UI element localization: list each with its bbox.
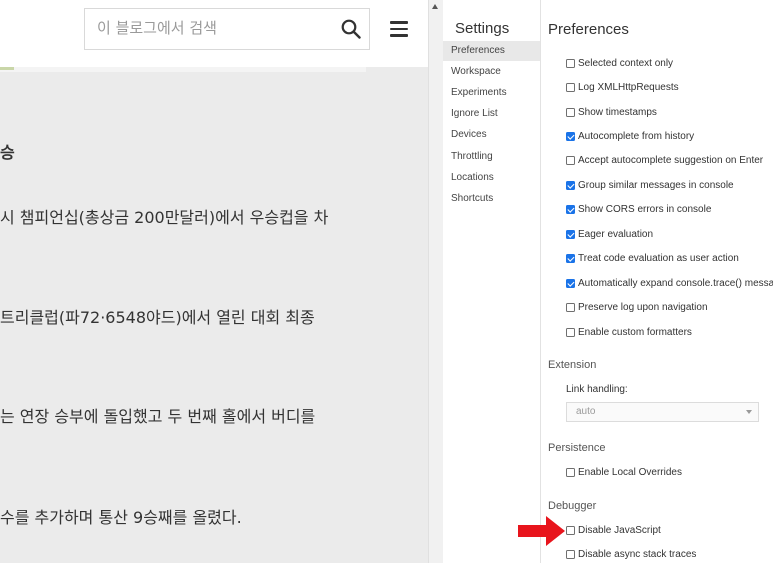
setting-option-selected-context-only[interactable]: Selected context only xyxy=(566,55,673,71)
setting-option-show-cors-errors-in-console[interactable]: Show CORS errors in console xyxy=(566,201,711,217)
setting-option-eager-evaluation[interactable]: Eager evaluation xyxy=(566,226,653,242)
chevron-down-icon xyxy=(746,410,752,414)
setting-option-label: Enable Local Overrides xyxy=(578,466,682,478)
setting-option-label: Log XMLHttpRequests xyxy=(578,81,679,93)
article-paragraph: 트리클럽(파72·6548야드)에서 열린 대회 최종 xyxy=(0,308,315,327)
setting-checkbox[interactable] xyxy=(566,302,575,312)
setting-option-enable-local-overrides[interactable]: Enable Local Overrides xyxy=(566,464,682,480)
blog-pane: 승 시 챔피언십(총상금 200만달러)에서 우승컵을 차 트리클럽(파72·6… xyxy=(0,0,428,563)
preferences-title: Preferences xyxy=(548,21,629,38)
setting-checkbox[interactable] xyxy=(566,278,575,288)
setting-option-label: Disable async stack traces xyxy=(578,548,697,560)
menu-icon[interactable] xyxy=(390,21,408,37)
setting-checkbox[interactable] xyxy=(566,58,575,68)
setting-option-autocomplete-from-history[interactable]: Autocomplete from history xyxy=(566,128,694,144)
setting-checkbox[interactable] xyxy=(566,107,575,117)
blog-header xyxy=(0,0,428,67)
setting-option-label: Automatically expand console.trace() mes… xyxy=(578,277,773,289)
setting-option-automatically-expand-console-trace-messa[interactable]: Automatically expand console.trace() mes… xyxy=(566,275,773,291)
persistence-section-title: Persistence xyxy=(548,442,606,454)
setting-checkbox[interactable] xyxy=(566,467,575,477)
page-scrollbar[interactable] xyxy=(428,0,443,563)
settings-nav-ignore-list[interactable]: Ignore List xyxy=(443,104,540,124)
search-input[interactable] xyxy=(97,19,327,37)
setting-checkbox[interactable] xyxy=(566,253,575,263)
setting-option-label: Autocomplete from history xyxy=(578,130,695,142)
settings-nav-shortcuts[interactable]: Shortcuts xyxy=(443,189,540,209)
setting-option-accept-autocomplete-suggestion-on-enter[interactable]: Accept autocomplete suggestion on Enter xyxy=(566,152,763,168)
search-icon[interactable] xyxy=(341,19,361,39)
setting-option-label: Preserve log upon navigation xyxy=(578,301,708,313)
setting-option-preserve-log-upon-navigation[interactable]: Preserve log upon navigation xyxy=(566,299,708,315)
header-divider xyxy=(0,67,366,72)
setting-option-enable-custom-formatters[interactable]: Enable custom formatters xyxy=(566,324,692,340)
setting-option-label: Selected context only xyxy=(578,57,674,69)
setting-option-label: Disable JavaScript xyxy=(578,524,661,536)
setting-option-disable-async-stack-traces[interactable]: Disable async stack traces xyxy=(566,546,696,562)
debugger-section-title: Debugger xyxy=(548,500,597,512)
article-heading: 승 xyxy=(0,143,15,162)
search-box[interactable] xyxy=(84,8,370,50)
setting-option-label: Show CORS errors in console xyxy=(578,203,712,215)
scroll-up-arrow-icon[interactable] xyxy=(432,4,438,9)
setting-option-group-similar-messages-in-console[interactable]: Group similar messages in console xyxy=(566,177,734,193)
extension-section-title: Extension xyxy=(548,359,597,371)
settings-nav-workspace[interactable]: Workspace xyxy=(443,62,540,82)
article-paragraph: 는 연장 승부에 돌입했고 두 번째 홀에서 버디를 xyxy=(0,407,316,426)
link-handling-select[interactable]: auto xyxy=(566,402,759,422)
setting-option-label: Enable custom formatters xyxy=(578,326,692,338)
setting-option-label: Accept autocomplete suggestion on Enter xyxy=(578,154,764,166)
link-handling-label: Link handling: xyxy=(566,384,628,395)
setting-option-show-timestamps[interactable]: Show timestamps xyxy=(566,104,657,120)
setting-option-label: Show timestamps xyxy=(578,106,657,118)
setting-option-label: Group similar messages in console xyxy=(578,179,734,191)
settings-nav-devices[interactable]: Devices xyxy=(443,125,540,145)
settings-nav-experiments[interactable]: Experiments xyxy=(443,83,540,103)
settings-nav-locations[interactable]: Locations xyxy=(443,168,540,188)
setting-checkbox[interactable] xyxy=(566,131,575,141)
setting-checkbox[interactable] xyxy=(566,204,575,214)
article-paragraph: 시 챔피언십(총상금 200만달러)에서 우승컵을 차 xyxy=(0,208,329,227)
setting-option-label: Eager evaluation xyxy=(578,228,654,240)
setting-checkbox[interactable] xyxy=(566,180,575,190)
setting-option-treat-code-evaluation-as-user-action[interactable]: Treat code evaluation as user action xyxy=(566,250,739,266)
setting-checkbox[interactable] xyxy=(566,229,575,239)
setting-checkbox[interactable] xyxy=(566,525,575,535)
article-paragraph: 수를 추가하며 통산 9승째를 올렸다. xyxy=(0,508,242,527)
settings-nav-throttling[interactable]: Throttling xyxy=(443,147,540,167)
setting-option-disable-javascript[interactable]: Disable JavaScript xyxy=(566,522,661,538)
settings-divider xyxy=(540,0,541,563)
red-arrow-annotation-icon xyxy=(518,516,565,546)
settings-nav-preferences[interactable]: Preferences xyxy=(443,41,540,61)
setting-option-log-xmlhttprequests[interactable]: Log XMLHttpRequests xyxy=(566,79,679,95)
settings-title: Settings xyxy=(455,20,510,37)
setting-checkbox[interactable] xyxy=(566,155,575,165)
link-handling-value: auto xyxy=(576,406,596,417)
setting-checkbox[interactable] xyxy=(566,82,575,92)
setting-checkbox[interactable] xyxy=(566,327,575,337)
setting-checkbox[interactable] xyxy=(566,549,575,559)
setting-option-label: Treat code evaluation as user action xyxy=(578,252,739,264)
header-divider-accent xyxy=(0,67,14,70)
